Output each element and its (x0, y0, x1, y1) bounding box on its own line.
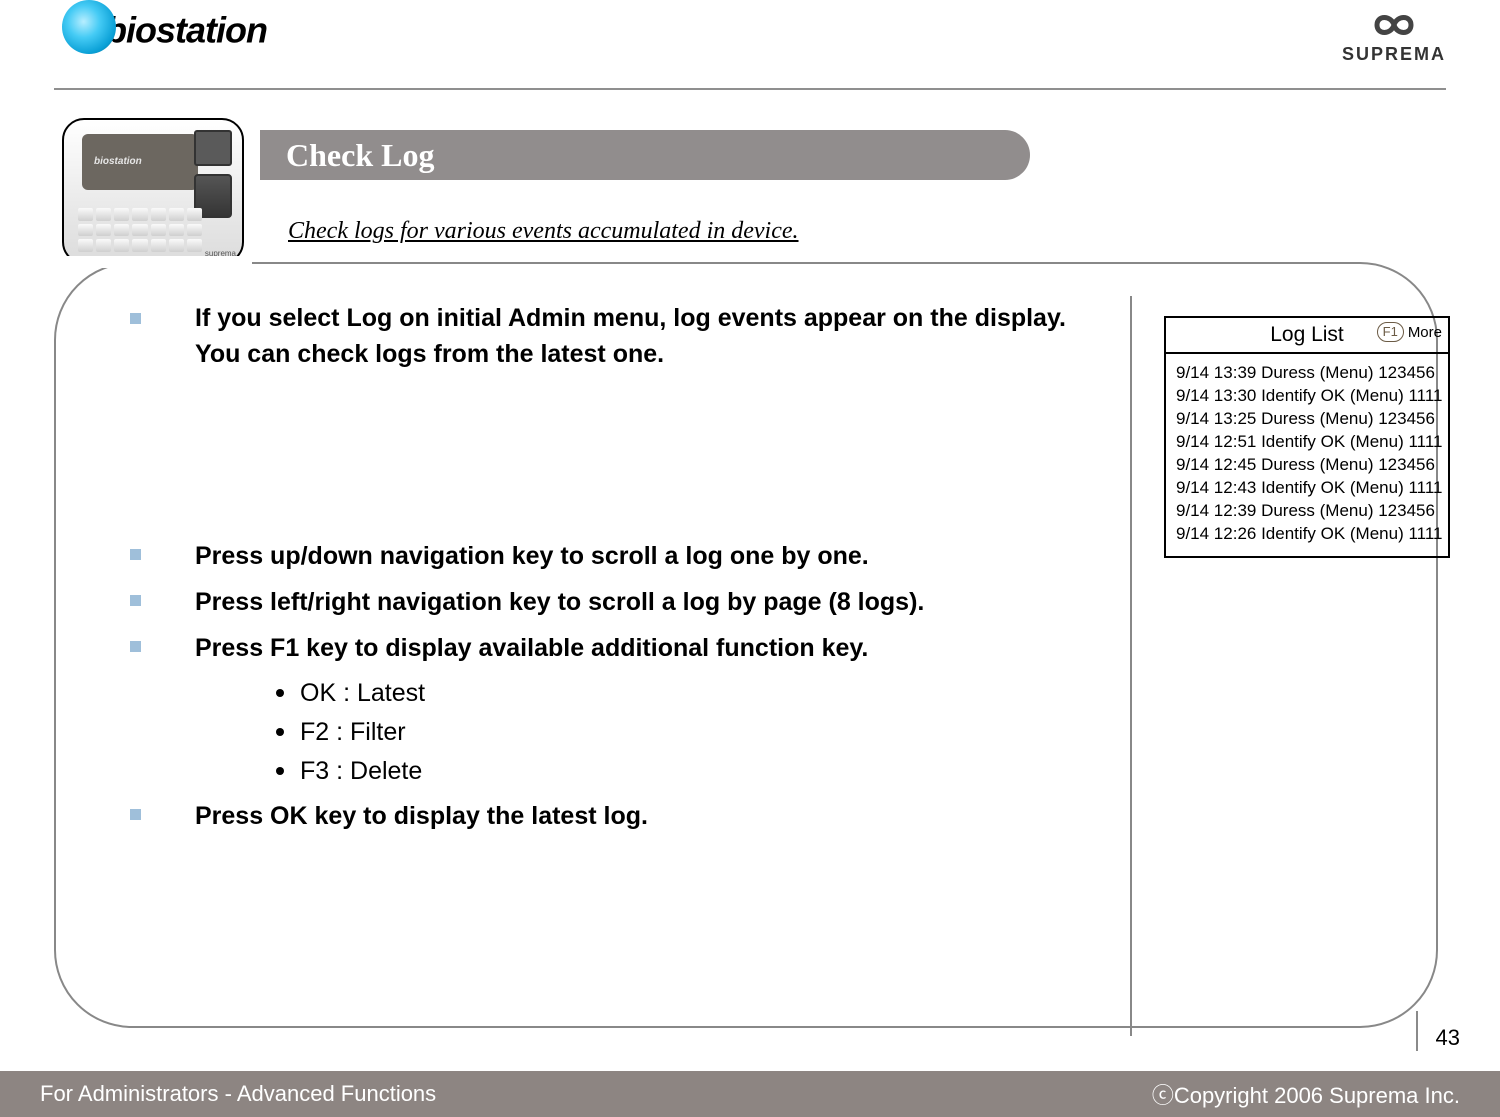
section-subtitle: Check logs for various events accumulate… (288, 218, 799, 245)
dot-icon (276, 728, 284, 736)
bullet-icon (130, 313, 141, 324)
dot-icon (276, 689, 284, 697)
bullet-icon (130, 595, 141, 606)
log-list-title: Log List (1270, 323, 1344, 347)
bullet-4: Press OK key to display the latest log. (195, 796, 1080, 836)
logo-left-text: biostation (105, 10, 267, 51)
page-header: biostation SUPREMA (54, 0, 1446, 90)
intro-block: If you select Log on initial Admin menu,… (130, 300, 1080, 379)
logo-right: SUPREMA (1342, 8, 1446, 65)
f1-more-chip: F1 More (1377, 322, 1442, 342)
log-row: 9/14 12:26 Identify OK (Menu) 1111 (1176, 523, 1438, 546)
sub-3: F3 : Delete (300, 752, 422, 791)
log-list-panel: Log List F1 More 9/14 13:39 Duress (Menu… (1164, 316, 1450, 558)
log-row: 9/14 12:39 Duress (Menu) 123456 (1176, 500, 1438, 523)
log-list-body: 9/14 13:39 Duress (Menu) 123456 9/14 13:… (1166, 354, 1448, 556)
infinity-icon (1361, 8, 1427, 42)
device-speaker-icon (194, 130, 232, 166)
log-list-header: Log List F1 More (1166, 318, 1448, 354)
bullet-2: Press left/right navigation key to scrol… (195, 582, 1080, 622)
logo-left: biostation (62, 6, 267, 60)
footer-bar: For Administrators - Advanced Functions … (0, 1071, 1500, 1117)
log-row: 9/14 13:30 Identify OK (Menu) 1111 (1176, 385, 1438, 408)
log-row: 9/14 12:45 Duress (Menu) 123456 (1176, 454, 1438, 477)
device-keypad (78, 208, 202, 252)
bullet-icon (130, 641, 141, 652)
page-number: 43 (1416, 1011, 1460, 1051)
device-screen-label: biostation (94, 156, 142, 167)
bullet-icon (130, 549, 141, 560)
log-row: 9/14 13:25 Duress (Menu) 123456 (1176, 408, 1438, 431)
swirl-icon (62, 0, 116, 54)
sub-1: OK : Latest (300, 674, 425, 713)
intro-text: If you select Log on initial Admin menu,… (195, 300, 1080, 373)
device-screen: biostation (82, 134, 198, 190)
log-row: 9/14 12:43 Identify OK (Menu) 1111 (1176, 477, 1438, 500)
dot-icon (276, 767, 284, 775)
footer-right: ⓒCopyright 2006 Suprema Inc. (1152, 1078, 1460, 1110)
instruction-list: Press up/down navigation key to scroll a… (130, 536, 1080, 842)
vertical-separator (1130, 296, 1132, 1036)
bullet-3: Press F1 key to display available additi… (195, 628, 1080, 668)
section-title: Check Log (260, 130, 1030, 180)
sub-list: OK : Latest F2 : Filter F3 : Delete (276, 674, 1080, 790)
f1-key-icon: F1 (1377, 322, 1404, 342)
log-row: 9/14 12:51 Identify OK (Menu) 1111 (1176, 431, 1438, 454)
panel-mask (50, 256, 252, 268)
sub-2: F2 : Filter (300, 713, 406, 752)
bullet-icon (130, 809, 141, 820)
bullet-1: Press up/down navigation key to scroll a… (195, 536, 1080, 576)
log-row: 9/14 13:39 Duress (Menu) 123456 (1176, 362, 1438, 385)
logo-right-text: SUPREMA (1342, 44, 1446, 64)
footer-left: For Administrators - Advanced Functions (40, 1081, 436, 1107)
device-thumbnail: biostation suprema (62, 118, 244, 264)
more-label: More (1408, 324, 1442, 341)
